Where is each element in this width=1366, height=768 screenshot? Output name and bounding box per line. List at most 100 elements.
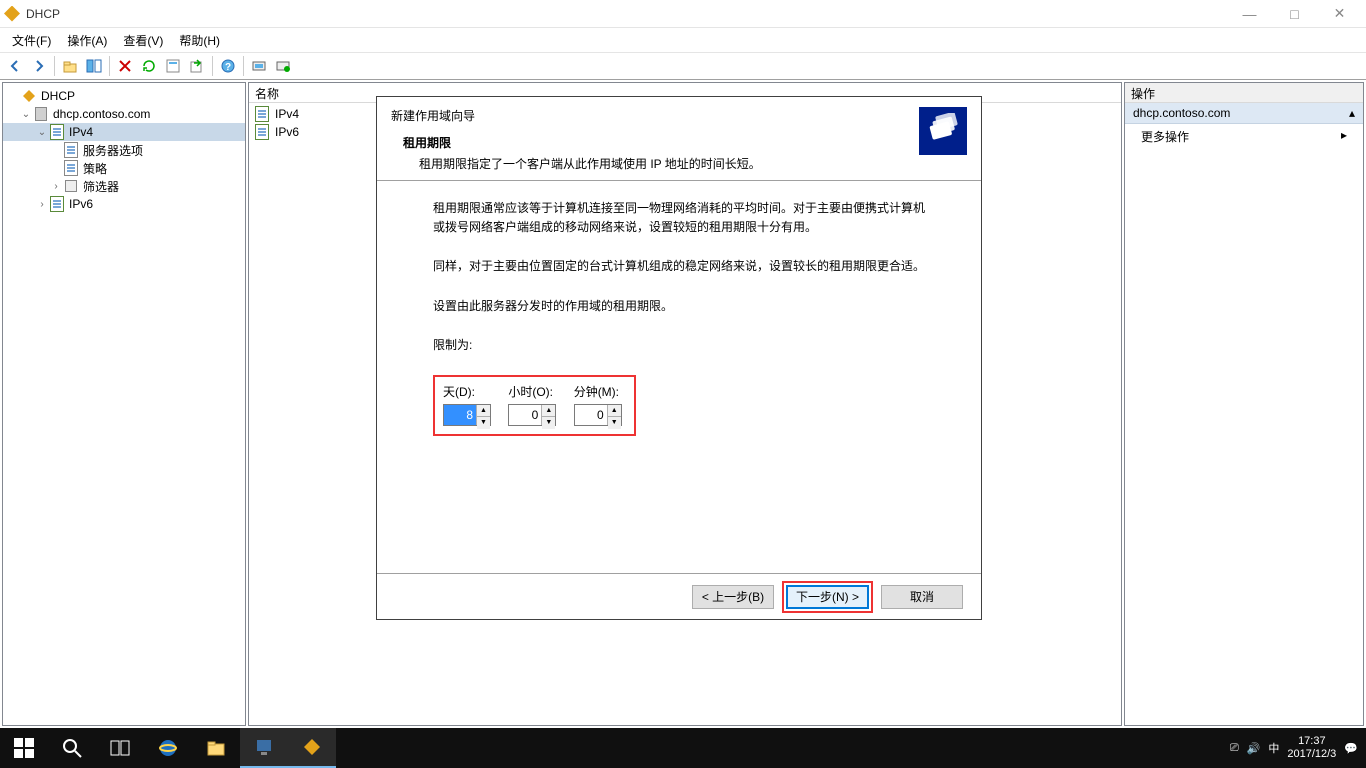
show-hide-button[interactable] (83, 55, 105, 77)
options-icon (63, 142, 79, 158)
ime-indicator[interactable]: 中 (1268, 740, 1279, 756)
next-button[interactable]: 下一步(N) > (786, 585, 869, 609)
clock[interactable]: 17:37 2017/12/3 (1287, 735, 1336, 761)
tree-ipv6-label: IPv6 (69, 197, 93, 211)
help-button[interactable]: ? (217, 55, 239, 77)
wizard-para2: 同样，对于主要由位置固定的台式计算机组成的稳定网络来说，设置较长的租用期限更合适… (433, 257, 925, 276)
window-title: DHCP (26, 7, 1227, 21)
days-up[interactable]: ▲ (477, 405, 490, 417)
next-highlight: 下一步(N) > (782, 581, 873, 613)
tree-filters-label: 筛选器 (83, 178, 119, 195)
hours-label: 小时(O): (508, 383, 556, 402)
tree-server-options-label: 服务器选项 (83, 142, 143, 159)
days-down[interactable]: ▼ (477, 417, 490, 428)
refresh-button[interactable] (138, 55, 160, 77)
tree-filters[interactable]: › 筛选器 (3, 177, 245, 195)
chevron-right-icon: ▸ (1341, 128, 1347, 145)
actions-more[interactable]: 更多操作 ▸ (1125, 124, 1363, 149)
filter-icon (63, 178, 79, 194)
wizard-title: 新建作用域向导 (391, 107, 919, 124)
dhcp-icon (21, 88, 37, 104)
tree-server-label: dhcp.contoso.com (53, 107, 150, 121)
system-tray: ⎚ 🔊 中 17:37 2017/12/3 💬 (1230, 735, 1366, 761)
delete-button[interactable] (114, 55, 136, 77)
hours-up[interactable]: ▲ (542, 405, 555, 417)
wizard-limit-label: 限制为: (433, 336, 925, 355)
actions-section[interactable]: dhcp.contoso.com ▴ (1125, 103, 1363, 124)
tree-panel: DHCP ⌄ dhcp.contoso.com ⌄ IPv4 服务器选项 策略 … (2, 82, 246, 726)
policy-icon (63, 160, 79, 176)
tree-policies[interactable]: 策略 (3, 159, 245, 177)
list-item-label: IPv4 (275, 107, 299, 121)
start-button[interactable] (0, 728, 48, 768)
sound-icon[interactable]: 🔊 (1247, 742, 1261, 755)
wizard-subtitle: 租用期限 (403, 134, 919, 151)
menu-help[interactable]: 帮助(H) (171, 30, 228, 51)
actions-more-label: 更多操作 (1141, 128, 1189, 145)
back-button[interactable]: < 上一步(B) (692, 585, 774, 609)
close-button[interactable]: ✕ (1317, 0, 1362, 28)
hours-input[interactable] (509, 405, 541, 425)
tree-server-options[interactable]: 服务器选项 (3, 141, 245, 159)
wizard-icon (919, 107, 967, 155)
properties-button[interactable] (162, 55, 184, 77)
export-button[interactable] (186, 55, 208, 77)
expander-icon[interactable]: ⌄ (19, 109, 33, 120)
server-manager-button[interactable] (240, 728, 288, 768)
server-icon (33, 106, 49, 122)
ipv4-icon (49, 124, 65, 140)
clock-time: 17:37 (1287, 735, 1336, 748)
cancel-button[interactable]: 取消 (881, 585, 963, 609)
dhcp-app-button[interactable] (288, 728, 336, 768)
minutes-down[interactable]: ▼ (608, 417, 621, 428)
tree-ipv4[interactable]: ⌄ IPv4 (3, 123, 245, 141)
title-bar: DHCP — □ ✕ (0, 0, 1366, 28)
actions-header: 操作 (1125, 83, 1363, 103)
tree-ipv6[interactable]: › IPv6 (3, 195, 245, 213)
tree-server[interactable]: ⌄ dhcp.contoso.com (3, 105, 245, 123)
minutes-spinner[interactable]: ▲▼ (574, 404, 622, 426)
search-button[interactable] (48, 728, 96, 768)
menu-bar: 文件(F) 操作(A) 查看(V) 帮助(H) (0, 28, 1366, 52)
ie-button[interactable] (144, 728, 192, 768)
days-spinner[interactable]: ▲▼ (443, 404, 491, 426)
ipv4-icon (255, 106, 271, 122)
expander-icon[interactable]: ⌄ (35, 127, 49, 138)
wizard-subdesc: 租用期限指定了一个客户端从此作用域使用 IP 地址的时间长短。 (419, 155, 919, 172)
collapse-icon: ▴ (1349, 106, 1355, 120)
notification-icon[interactable]: 💬 (1344, 742, 1358, 755)
minutes-input[interactable] (575, 405, 607, 425)
menu-view[interactable]: 查看(V) (115, 30, 171, 51)
maximize-button[interactable]: □ (1272, 0, 1317, 28)
minutes-label: 分钟(M): (574, 383, 622, 402)
dhcp-tool-1[interactable] (248, 55, 270, 77)
hours-spinner[interactable]: ▲▼ (508, 404, 556, 426)
dhcp-tool-2[interactable] (272, 55, 294, 77)
expander-icon[interactable]: › (49, 181, 63, 192)
list-item-label: IPv6 (275, 125, 299, 139)
task-view-button[interactable] (96, 728, 144, 768)
days-input[interactable] (444, 405, 476, 425)
menu-file[interactable]: 文件(F) (4, 30, 59, 51)
tree-root-label: DHCP (41, 89, 75, 103)
hours-down[interactable]: ▼ (542, 417, 555, 428)
actions-section-label: dhcp.contoso.com (1133, 106, 1230, 120)
explorer-button[interactable] (192, 728, 240, 768)
forward-button[interactable] (28, 55, 50, 77)
ipv6-icon (49, 196, 65, 212)
expander-icon[interactable]: › (35, 199, 49, 210)
taskbar: ⎚ 🔊 中 17:37 2017/12/3 💬 (0, 728, 1366, 768)
menu-action[interactable]: 操作(A) (59, 30, 115, 51)
toolbar: ? (0, 52, 1366, 80)
tree-root[interactable]: DHCP (3, 87, 245, 105)
ipv6-icon (255, 124, 271, 140)
duration-highlight: 天(D): ▲▼ 小时(O): ▲▼ 分钟(M): ▲▼ (433, 375, 636, 436)
tray-icon[interactable]: ⎚ (1230, 742, 1239, 755)
up-button[interactable] (59, 55, 81, 77)
wizard-para3: 设置由此服务器分发时的作用域的租用期限。 (433, 297, 925, 316)
minutes-up[interactable]: ▲ (608, 405, 621, 417)
minimize-button[interactable]: — (1227, 0, 1272, 28)
tree-ipv4-label: IPv4 (69, 125, 93, 139)
wizard-dialog: 新建作用域向导 租用期限 租用期限指定了一个客户端从此作用域使用 IP 地址的时… (376, 96, 982, 620)
back-button[interactable] (4, 55, 26, 77)
